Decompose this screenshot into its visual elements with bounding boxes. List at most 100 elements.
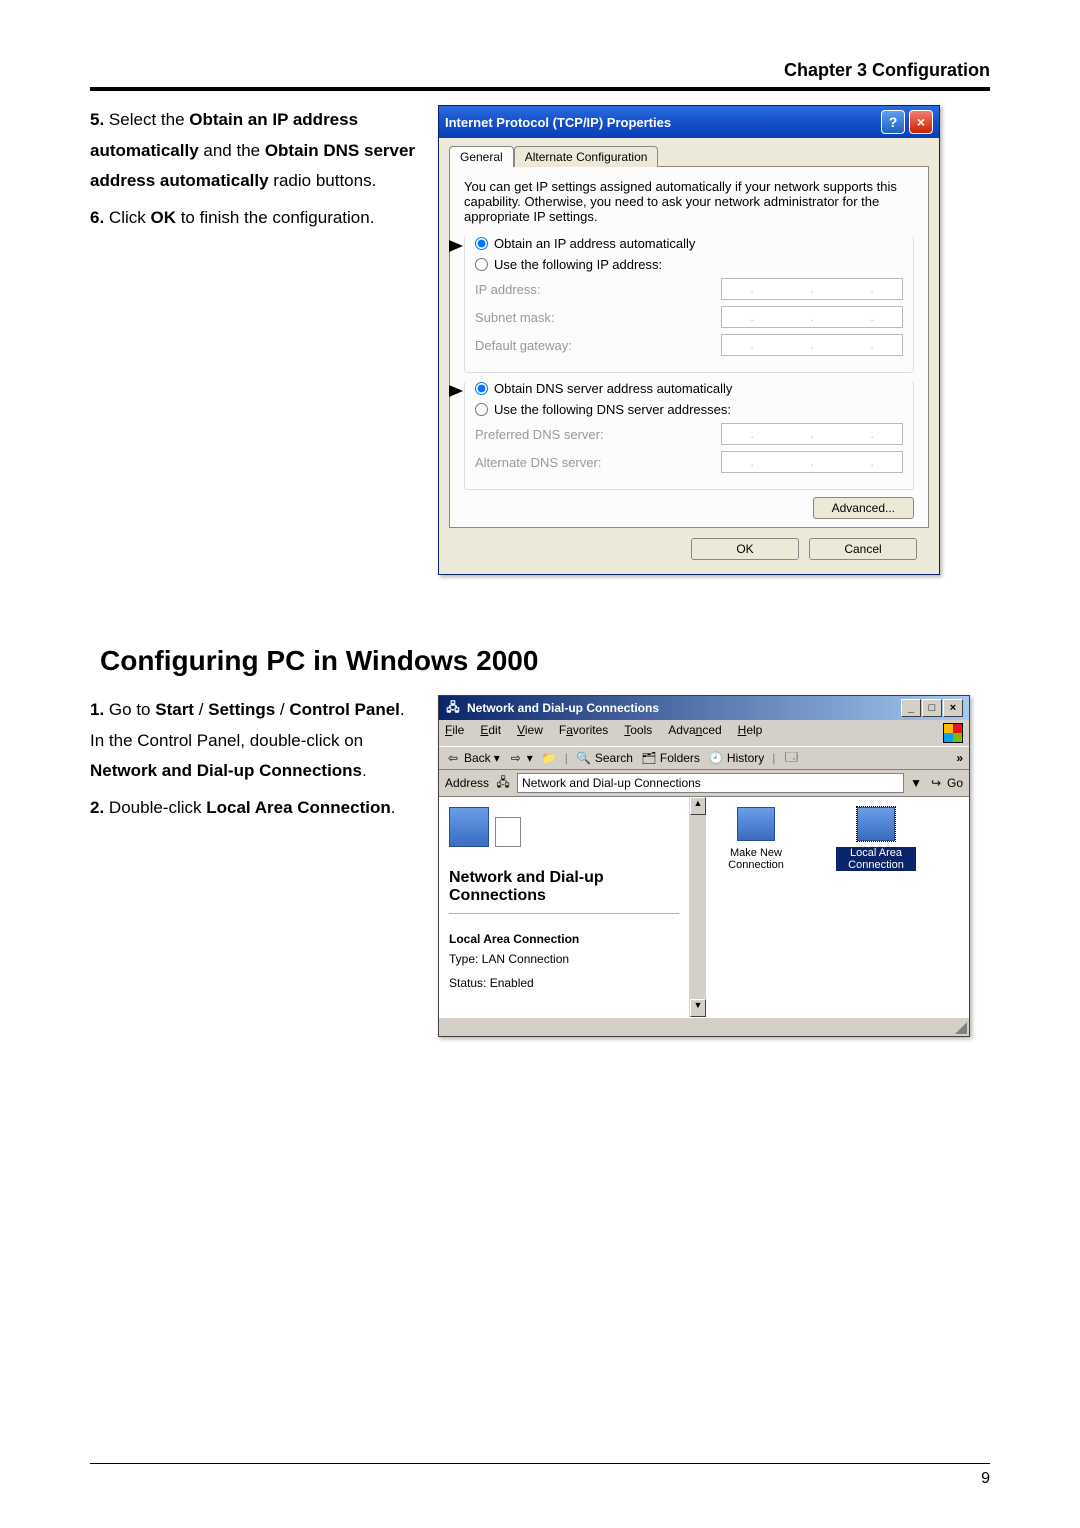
input-alternate-dns[interactable]: ...	[721, 451, 903, 473]
page-number: 9	[90, 1470, 990, 1488]
radio-use-dns[interactable]	[475, 403, 488, 416]
menu-favorites[interactable]: Favorites	[559, 723, 608, 743]
s2step1-pre: Go to	[109, 700, 155, 719]
ok-button[interactable]: OK	[691, 538, 799, 560]
address-dropdown-icon[interactable]: ▼	[910, 776, 922, 790]
history-label: History	[727, 751, 764, 765]
section-title-win2000: Configuring PC in Windows 2000	[100, 645, 990, 677]
window-title: Network and Dial-up Connections	[467, 701, 659, 715]
dialog-titlebar[interactable]: Internet Protocol (TCP/IP) Properties ? …	[439, 106, 939, 138]
advanced-button[interactable]: Advanced...	[813, 497, 914, 519]
radio-obtain-ip-auto[interactable]	[475, 237, 488, 250]
window-titlebar[interactable]: 🖧 Network and Dial-up Connections _ □ ×	[439, 696, 969, 720]
step6-post: to finish the configuration.	[176, 208, 374, 227]
forward-arrow-icon: ⇨	[508, 750, 524, 766]
network-connections-window: 🖧 Network and Dial-up Connections _ □ × …	[438, 695, 970, 1037]
left-pane-selected: Local Area Connection	[449, 932, 679, 946]
left-info-pane: Network and Dial-up Connections Local Ar…	[439, 797, 690, 1017]
close-icon[interactable]: ×	[909, 110, 933, 134]
input-preferred-dns[interactable]: ...	[721, 423, 903, 445]
search-label: Search	[595, 751, 633, 765]
section-tcpip: 5. Select the Obtain an IP address autom…	[90, 105, 990, 575]
dialog-description: You can get IP settings assigned automat…	[464, 179, 914, 224]
views-button[interactable]: 🗔	[783, 750, 799, 766]
cancel-button[interactable]: Cancel	[809, 538, 917, 560]
menu-advanced[interactable]: Advanced	[668, 723, 721, 743]
item-label: Make New Connection	[716, 847, 796, 871]
input-default-gateway[interactable]: ...	[721, 334, 903, 356]
go-icon: ↪	[928, 775, 944, 791]
step6-bold: OK	[150, 208, 176, 227]
folders-label: Folders	[660, 751, 700, 765]
go-button[interactable]: ↪ Go	[928, 775, 963, 791]
s2step1-b4: Network and Dial-up Connections	[90, 761, 362, 780]
input-subnet-mask[interactable]: ...	[721, 306, 903, 328]
step-num-6: 6.	[90, 208, 104, 227]
connection-icon	[857, 807, 895, 841]
s2step1-sl2: /	[275, 700, 289, 719]
scroll-up-icon[interactable]: ▲	[690, 797, 706, 815]
label-alternate-dns: Alternate DNS server:	[475, 455, 601, 470]
input-ip-address[interactable]: ...	[721, 278, 903, 300]
back-button[interactable]: ⇦Back▾	[445, 750, 500, 766]
tab-general[interactable]: General	[449, 146, 514, 167]
callout-arrow-icon	[449, 240, 463, 252]
history-icon: 🕘	[708, 750, 724, 766]
section-win2000: 1. Go to Start / Settings / Control Pane…	[90, 695, 990, 1037]
resize-grip-icon[interactable]	[955, 1022, 967, 1034]
toolbar-more-icon[interactable]: »	[956, 751, 963, 765]
label-preferred-dns: Preferred DNS server:	[475, 427, 604, 442]
radio-use-ip[interactable]	[475, 258, 488, 271]
item-label: Local Area Connection	[836, 847, 916, 871]
item-make-new-connection[interactable]: Make New Connection	[716, 807, 796, 871]
chapter-header: Chapter 3 Configuration	[90, 60, 990, 81]
label-subnet-mask: Subnet mask:	[475, 310, 555, 325]
dropdown-icon: ▾	[494, 751, 500, 765]
radio-use-ip-label: Use the following IP address:	[494, 257, 662, 272]
step5-pre: Select the	[109, 110, 189, 129]
menu-file[interactable]: File	[445, 723, 464, 743]
maximize-icon[interactable]: □	[922, 699, 942, 717]
step-num-2: 2.	[90, 798, 104, 817]
s2step2-b: Local Area Connection	[206, 798, 391, 817]
connection-icon	[737, 807, 775, 841]
s2step2-pre: Double-click	[109, 798, 206, 817]
callout-arrow-icon	[449, 385, 463, 397]
radio-obtain-ip-auto-label: Obtain an IP address automatically	[494, 236, 695, 251]
item-local-area-connection[interactable]: Local Area Connection	[836, 807, 916, 871]
menu-tools[interactable]: Tools	[624, 723, 652, 743]
help-icon[interactable]: ?	[881, 110, 905, 134]
menu-edit[interactable]: Edit	[480, 723, 501, 743]
close-icon[interactable]: ×	[943, 699, 963, 717]
folder-up-icon: 📁	[541, 750, 557, 766]
forward-button[interactable]: ⇨▾	[508, 750, 533, 766]
menu-view[interactable]: View	[517, 723, 543, 743]
tab-alternate-configuration[interactable]: Alternate Configuration	[514, 146, 659, 167]
dialog-title: Internet Protocol (TCP/IP) Properties	[445, 115, 671, 130]
up-button[interactable]: 📁	[541, 750, 557, 766]
scroll-down-icon[interactable]: ▼	[690, 999, 706, 1017]
minimize-icon[interactable]: _	[901, 699, 921, 717]
address-label: Address	[445, 776, 489, 790]
step5-mid: and the	[199, 141, 265, 160]
radio-obtain-dns-auto[interactable]	[475, 382, 488, 395]
menu-bar: File Edit View Favorites Tools Advanced …	[439, 720, 969, 746]
address-input[interactable]	[517, 773, 904, 793]
menu-help[interactable]: Help	[738, 723, 763, 743]
folders-button[interactable]: 🗂Folders	[641, 750, 700, 766]
s2step1-post: .	[362, 761, 367, 780]
back-arrow-icon: ⇦	[445, 750, 461, 766]
step-num-5: 5.	[90, 110, 104, 129]
s2step1-b1: Start	[155, 700, 194, 719]
left-pane-scrollbar[interactable]: ▲ ▼	[690, 797, 706, 1017]
radio-obtain-dns-auto-label: Obtain DNS server address automatically	[494, 381, 732, 396]
folders-icon: 🗂	[641, 750, 657, 766]
search-button[interactable]: 🔍Search	[576, 750, 633, 766]
step-num-1: 1.	[90, 700, 104, 719]
s2step1-sl1: /	[194, 700, 208, 719]
toolbar: ⇦Back▾ ⇨▾ 📁 | 🔍Search 🗂Folders 🕘History …	[439, 746, 969, 770]
history-button[interactable]: 🕘History	[708, 750, 764, 766]
step6-pre: Click	[109, 208, 151, 227]
go-label: Go	[947, 776, 963, 790]
search-icon: 🔍	[576, 750, 592, 766]
